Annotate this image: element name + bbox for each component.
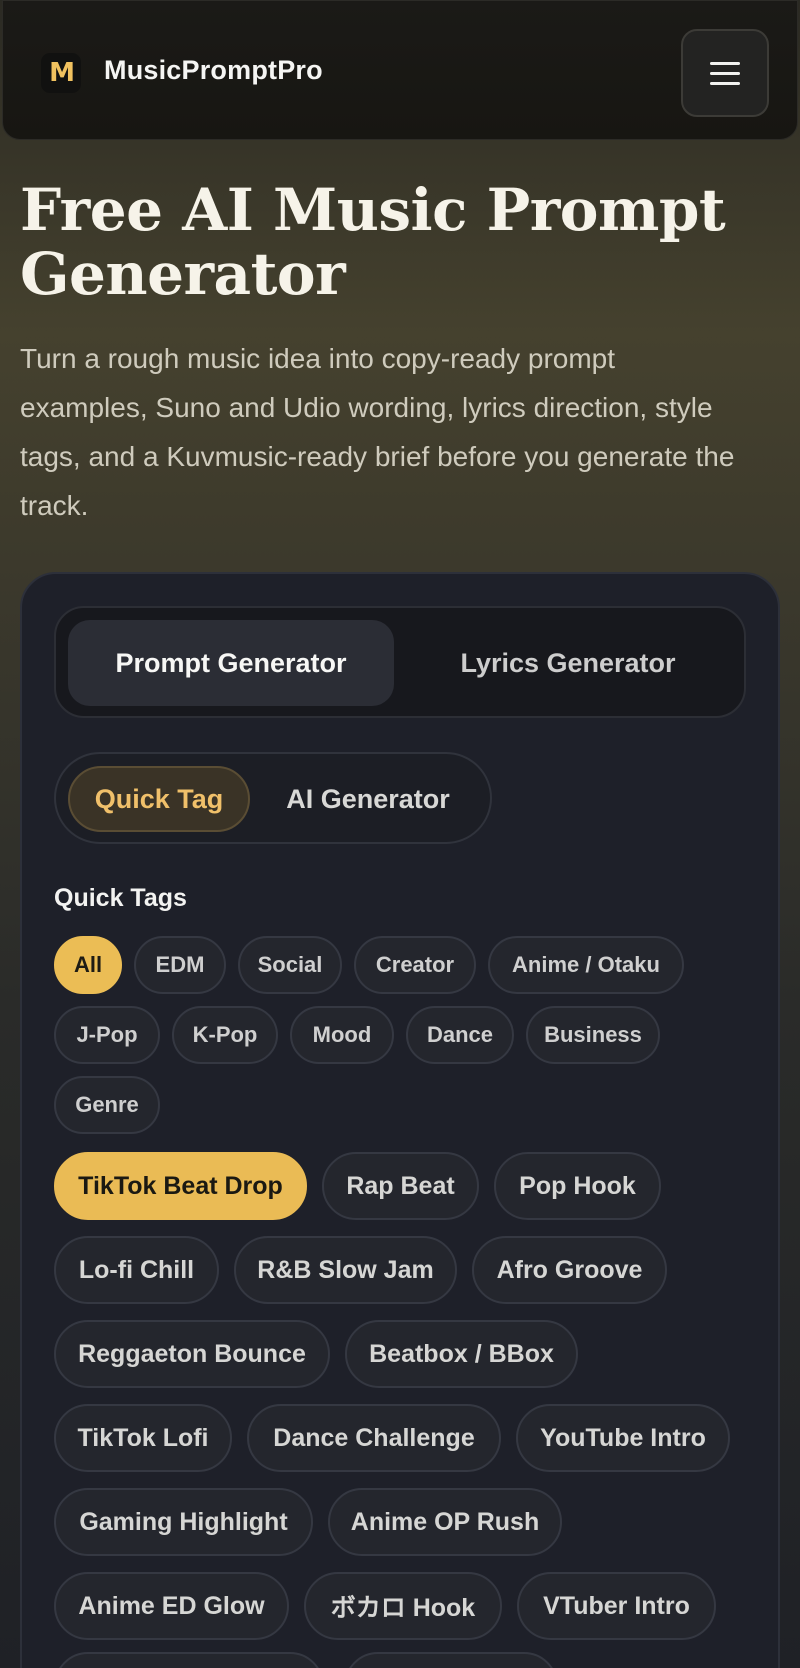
category-chip-all[interactable]: All <box>54 936 122 994</box>
logo-mark: M <box>49 58 75 88</box>
tag-reggaeton-bounce[interactable]: Reggaeton Bounce <box>54 1320 330 1388</box>
category-chip-anime-otaku[interactable]: Anime / Otaku <box>488 936 684 994</box>
tag-vtuber-intro[interactable]: VTuber Intro <box>517 1572 716 1640</box>
generator-tabs: Prompt Generator Lyrics Generator <box>54 606 746 718</box>
tag-tiktok-beat-drop[interactable]: TikTok Beat Drop <box>54 1152 307 1220</box>
category-chip-edm[interactable]: EDM <box>134 936 226 994</box>
brand-name[interactable]: MusicPromptPro <box>104 55 323 86</box>
category-chip-genre[interactable]: Genre <box>54 1076 160 1134</box>
tab-prompt-generator[interactable]: Prompt Generator <box>68 620 394 706</box>
quick-tags-label: Quick Tags <box>54 884 187 912</box>
tag-lo-fi-chill[interactable]: Lo-fi Chill <box>54 1236 219 1304</box>
category-chip-mood[interactable]: Mood <box>290 1006 394 1064</box>
category-chip-j-pop[interactable]: J-Pop <box>54 1006 160 1064</box>
tag-anime-op-rush[interactable]: Anime OP Rush <box>328 1488 562 1556</box>
page-subtitle: Turn a rough music idea into copy-ready … <box>20 343 735 521</box>
tag-vocaloid-hook[interactable]: ボカロ Hook <box>304 1572 502 1640</box>
tag-dance-challenge[interactable]: Dance Challenge <box>247 1404 501 1472</box>
menu-button[interactable] <box>681 29 769 117</box>
hamburger-icon <box>710 61 740 85</box>
tag-tiktok-lofi[interactable]: TikTok Lofi <box>54 1404 232 1472</box>
mode-ai-generator[interactable]: AI Generator <box>270 766 466 832</box>
category-chip-social[interactable]: Social <box>238 936 342 994</box>
category-chip-business[interactable]: Business <box>526 1006 660 1064</box>
tag-beatbox-bbox[interactable]: Beatbox / BBox <box>345 1320 578 1388</box>
tag-anime-ed-glow[interactable]: Anime ED Glow <box>54 1572 289 1640</box>
page-title: Free AI Music Prompt Generator <box>20 176 726 308</box>
mode-quick-tag[interactable]: Quick Tag <box>68 766 250 832</box>
category-chip-creator[interactable]: Creator <box>354 936 476 994</box>
tag-rap-beat[interactable]: Rap Beat <box>322 1152 479 1220</box>
brand-logo[interactable]: M <box>41 53 81 93</box>
category-chip-dance[interactable]: Dance <box>406 1006 514 1064</box>
tag-afro-groove[interactable]: Afro Groove <box>472 1236 667 1304</box>
mode-switch: Quick Tag AI Generator <box>54 752 492 844</box>
tag-gaming-highlight[interactable]: Gaming Highlight <box>54 1488 313 1556</box>
tag-youtube-intro[interactable]: YouTube Intro <box>516 1404 730 1472</box>
top-bar: M MusicPromptPro <box>2 0 798 140</box>
tab-lyrics-generator[interactable]: Lyrics Generator <box>400 620 736 706</box>
tag-rnb-slow-jam[interactable]: R&B Slow Jam <box>234 1236 457 1304</box>
category-chip-k-pop[interactable]: K-Pop <box>172 1006 278 1064</box>
tag-next-row-2[interactable] <box>344 1652 558 1668</box>
tag-pop-hook[interactable]: Pop Hook <box>494 1152 661 1220</box>
tag-next-row-1[interactable] <box>54 1652 324 1668</box>
